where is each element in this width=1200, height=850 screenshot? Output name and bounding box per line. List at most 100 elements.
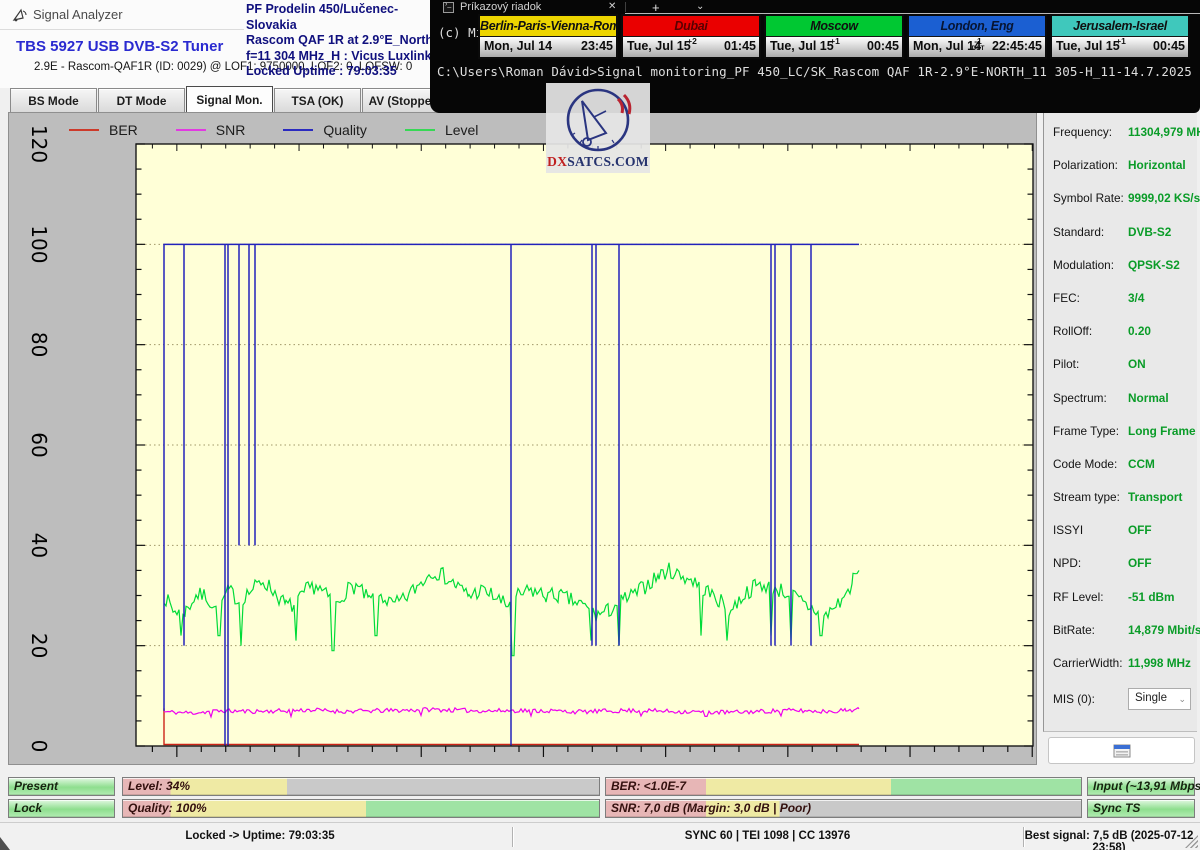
clock-offset: +2 — [683, 37, 701, 46]
parameter-row: Spectrum: Normal — [1044, 382, 1197, 415]
parameter-label: BitRate: — [1053, 623, 1095, 637]
parameter-value: 11304,979 MHz — [1128, 125, 1200, 139]
parameter-label: Modulation: — [1053, 258, 1114, 272]
clock-body: Tue, Jul 15 +1 00:45 — [1052, 37, 1188, 57]
parameter-label: Spectrum: — [1053, 391, 1107, 405]
clock-widget: Dubai Tue, Jul 15 +2 01:45 — [621, 14, 761, 59]
close-tab-icon[interactable]: ✕ — [608, 1, 616, 12]
clock-body: Mon, Jul 14 -1 DST 22:45:45 — [909, 37, 1045, 57]
clock-time: 22:45:45 — [992, 39, 1042, 53]
ber-label: BER: <1.0E-7 — [611, 779, 686, 793]
clock-date: Tue, Jul 15 — [770, 39, 834, 53]
corner-resize-mark — [0, 837, 10, 850]
tab-dropdown-icon[interactable]: ⌄ — [696, 1, 704, 12]
svg-text:20: 20 — [27, 633, 51, 658]
parameter-label: Stream type: — [1053, 490, 1120, 504]
parameter-value: Horizontal — [1128, 158, 1186, 172]
parameter-value: DVB-S2 — [1128, 225, 1171, 239]
mode-tabs: BS Mode DT Mode Signal Mon. TSA (OK) AV … — [10, 88, 449, 113]
parameter-value: 9999,02 KS/s — [1128, 191, 1200, 205]
ber-bar: BER: <1.0E-7 — [605, 777, 1082, 796]
clock-widget: Berlin-Paris-Vienna-Roma Mon, Jul 14 23:… — [478, 14, 618, 59]
parameter-row: BitRate: 14,879 Mbit/s — [1044, 614, 1197, 647]
stream-properties-button[interactable] — [1048, 737, 1195, 764]
mode-tab[interactable]: TSA (OK) — [274, 88, 361, 113]
chart-legend: BER SNR Quality Level — [69, 122, 478, 138]
clock-body: Tue, Jul 15 +2 01:45 — [623, 37, 759, 57]
svg-text:120: 120 — [27, 125, 51, 163]
signal-plot: 020406080100120 — [9, 113, 1036, 764]
mode-tab[interactable]: Signal Mon. — [186, 86, 273, 113]
parameter-row: Polarization: Horizontal — [1044, 149, 1197, 182]
mode-tab[interactable]: DT Mode — [98, 88, 185, 113]
parameter-row: Standard: DVB-S2 — [1044, 216, 1197, 249]
present-label: Present — [14, 779, 58, 793]
statusbar: Locked -> Uptime: 79:03:35 SYNC 60 | TEI… — [0, 822, 1200, 850]
parameter-value: OFF — [1128, 556, 1152, 570]
legend-label: Level — [445, 122, 478, 138]
dxsatcs-logo-text: DXSATCS.COM — [546, 154, 650, 170]
quality-label: Quality: 100% — [128, 801, 207, 815]
legend-label: BER — [109, 122, 138, 138]
parameter-label: Symbol Rate: — [1053, 191, 1124, 205]
window-title: Signal Analyzer — [33, 7, 123, 22]
legend-label: Quality — [323, 122, 367, 138]
parameter-row: FEC: 3/4 — [1044, 282, 1197, 315]
parameter-value: ON — [1128, 357, 1146, 371]
window-icon — [1113, 744, 1131, 758]
new-tab-icon[interactable]: + — [652, 0, 660, 15]
present-indicator: Present — [8, 777, 115, 796]
parameter-row: CarrierWidth: 11,998 MHz — [1044, 647, 1197, 680]
feed-info-line: f=11 304 MHz_H : Vicus Luxlink — [246, 49, 436, 65]
clock-widget: Moscow Tue, Jul 15 +1 00:45 — [764, 14, 904, 59]
clock-offset: -1 DST — [969, 37, 987, 52]
level-bar: Level: 34% — [122, 777, 600, 796]
input-indicator: Input (~13,91 Mbps) — [1087, 777, 1195, 796]
parameter-label: NPD: — [1053, 556, 1081, 570]
legend-line-swatch — [405, 129, 435, 131]
feed-info-line: PF Prodelin 450/Lučenec-Slovakia — [246, 2, 436, 33]
feed-info-line: Rascom QAF 1R at 2.9°E_North — [246, 33, 436, 49]
clock-city: Berlin-Paris-Vienna-Roma — [480, 16, 616, 37]
parameter-value: QPSK-S2 — [1128, 258, 1180, 272]
parameter-value: Transport — [1128, 490, 1182, 504]
parameter-row: Frequency: 11304,979 MHz — [1044, 116, 1197, 149]
terminal-tab-title[interactable]: Príkazový riadok — [460, 1, 541, 13]
parameter-value: CCM — [1128, 457, 1155, 471]
screen: Signal Analyzer TBS 5927 USB DVB-S2 Tune… — [0, 0, 1200, 850]
parameter-row: Pilot: ON — [1044, 348, 1197, 381]
parameter-label: Pilot: — [1053, 357, 1079, 371]
clock-time: 00:45 — [867, 39, 899, 53]
sync-ts-indicator: Sync TS — [1087, 799, 1195, 818]
feed-info-line: Locked Uptime : 79:03:35 — [246, 64, 436, 80]
snr-label: SNR: 7,0 dB (Margin: 3,0 dB | Poor) — [611, 801, 811, 815]
svg-text:100: 100 — [27, 225, 51, 263]
clock-offset: +1 — [1112, 37, 1130, 46]
parameter-label: FEC: — [1053, 291, 1080, 305]
legend-line-swatch — [283, 129, 313, 131]
mis-select[interactable]: Single ⌄ — [1128, 688, 1191, 710]
clock-widget: London, Eng Mon, Jul 14 -1 DST 22:45:45 — [907, 14, 1047, 59]
snr-bar: SNR: 7,0 dB (Margin: 3,0 dB | Poor) — [605, 799, 1082, 818]
parameter-value: 3/4 — [1128, 291, 1144, 305]
clock-body: Tue, Jul 15 +1 00:45 — [766, 37, 902, 57]
terminal-output-line: (c) Mi — [438, 25, 483, 40]
clock-city: Jerusalem-Israel — [1052, 16, 1188, 37]
legend-line-swatch — [176, 129, 206, 131]
mode-tab[interactable]: BS Mode — [10, 88, 97, 113]
legend-label: SNR — [216, 122, 246, 138]
legend-line-swatch — [69, 129, 99, 131]
parameter-value: Normal — [1128, 391, 1169, 405]
legend-item: Level — [405, 122, 478, 138]
feed-info: PF Prodelin 450/Lučenec-SlovakiaRascom Q… — [246, 2, 436, 80]
parameter-label: Standard: — [1053, 225, 1104, 239]
chevron-down-icon: ⌄ — [1178, 694, 1186, 705]
parameter-label: RollOff: — [1053, 324, 1092, 338]
clock-widget: Jerusalem-Israel Tue, Jul 15 +1 00:45 — [1050, 14, 1190, 59]
input-label: Input (~13,91 Mbps) — [1093, 779, 1200, 793]
mis-label: MIS (0): — [1053, 692, 1095, 706]
divider — [625, 2, 626, 12]
parameter-value: OFF — [1128, 523, 1152, 537]
parameter-label: ISSYI — [1053, 523, 1083, 537]
clock-date: Mon, Jul 14 — [484, 39, 552, 53]
